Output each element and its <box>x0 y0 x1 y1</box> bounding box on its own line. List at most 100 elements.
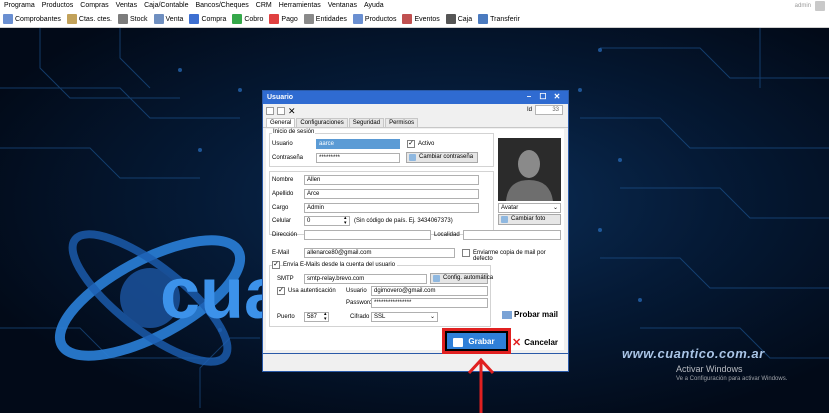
toolbar-pago-button[interactable]: Pago <box>269 14 298 24</box>
probar-mail-button[interactable]: Probar mail <box>502 310 558 319</box>
copia-mail-checkbox[interactable] <box>462 249 470 257</box>
dollar-in-icon <box>232 14 243 24</box>
tab-general[interactable]: General <box>266 118 296 127</box>
celular-hint: (Sin código de país. Ej. 3434067373) <box>354 218 453 224</box>
password-input[interactable]: **************** <box>371 298 488 308</box>
tab-permisos[interactable]: Permisos <box>385 118 419 127</box>
menu-ayuda[interactable]: Ayuda <box>364 2 384 9</box>
avatar-select[interactable]: Avatar ⌄ <box>498 203 561 213</box>
dialog-title: Usuario <box>267 94 294 101</box>
current-user-label: admin <box>794 3 811 9</box>
products-icon <box>352 14 363 24</box>
direccion-label: Dirección <box>272 232 298 238</box>
chevron-down-icon: ⌄ <box>429 314 435 320</box>
activo-label: Activo <box>418 141 435 147</box>
events-icon <box>402 14 413 24</box>
toolbar-transferir-button[interactable]: Transferir <box>478 14 520 24</box>
toolbar-ctas-ctes-button[interactable]: Ctas. ctes. <box>66 14 112 24</box>
menu-ventanas[interactable]: Ventanas <box>328 2 357 9</box>
main-toolbar: Comprobantes Ctas. ctes. Stock Venta Com… <box>0 11 829 28</box>
smtp-input[interactable]: smtp-relay.brevo.com <box>304 274 427 284</box>
envia-mails-checkbox[interactable]: ✓ <box>272 261 280 269</box>
toolbar-eventos-button[interactable]: Eventos <box>402 14 440 24</box>
id-field: 33 <box>535 105 563 115</box>
delete-record-icon[interactable]: ✕ <box>288 106 296 115</box>
usuario-input[interactable]: aarce <box>316 139 400 149</box>
mail-icon <box>502 310 512 319</box>
receipt-icon <box>3 14 13 24</box>
dialog-titlebar[interactable]: Usuario – ☐ ✕ <box>263 91 568 104</box>
dialog-action-bar <box>262 354 569 372</box>
menu-crm[interactable]: CRM <box>256 2 272 9</box>
cifrado-select[interactable]: SSL ⌄ <box>371 312 438 322</box>
activo-checkbox[interactable]: ✓ <box>407 140 415 148</box>
copy-record-icon[interactable] <box>277 106 285 115</box>
user-photo <box>498 138 561 201</box>
localidad-input[interactable] <box>463 230 561 240</box>
toolbar-label: Ctas. ctes. <box>78 15 112 23</box>
maximize-icon[interactable]: ☐ <box>536 92 550 101</box>
cambiar-foto-label: Cambiar foto <box>511 216 546 222</box>
nombre-label: Nombre <box>272 177 294 183</box>
menu-bancos-cheques[interactable]: Bancos/Cheques <box>195 2 248 9</box>
toolbar-label: Entidades <box>315 15 347 23</box>
celular-stepper[interactable]: ▴ ▾ <box>344 216 347 226</box>
tab-configuraciones[interactable]: Configuraciones <box>296 118 348 127</box>
menu-programa[interactable]: Programa <box>4 2 35 9</box>
config-automatica-label: Config. automática <box>443 275 494 281</box>
grabar-button[interactable]: Grabar <box>445 331 508 351</box>
tab-seguridad[interactable]: Seguridad <box>348 118 385 127</box>
stock-icon <box>118 14 128 24</box>
cambiar-foto-button[interactable]: Cambiar foto <box>498 214 561 225</box>
dollar-out-icon <box>269 14 280 24</box>
toolbar-label: Eventos <box>414 15 440 23</box>
close-icon[interactable]: ✕ <box>550 92 564 101</box>
nombre-input[interactable]: Allen <box>304 175 479 185</box>
settings-icon <box>433 275 440 282</box>
menu-ventas[interactable]: Ventas <box>116 2 137 9</box>
new-record-icon[interactable] <box>266 106 274 115</box>
cambiar-contrasena-button[interactable]: Cambiar contraseña <box>406 152 478 163</box>
menu-herramientas[interactable]: Herramientas <box>279 2 321 9</box>
apellido-label: Apellido <box>272 191 294 197</box>
dialog-tabs: General Configuraciones Seguridad Permis… <box>263 117 568 128</box>
toolbar-cobro-button[interactable]: Cobro <box>232 14 263 24</box>
toolbar-comprobantes-button[interactable]: Comprobantes <box>3 14 61 24</box>
cargo-input[interactable]: Admin <box>304 203 479 213</box>
toolbar-entidades-button[interactable]: Entidades <box>303 14 347 24</box>
menu-caja-contable[interactable]: Caja/Contable <box>144 2 188 9</box>
usa-autenticacion-checkbox[interactable]: ✓ <box>277 287 285 295</box>
cart-icon <box>189 14 200 24</box>
arrow-up-icon <box>467 357 495 413</box>
usuario-dialog: Usuario – ☐ ✕ ✕ Id 33 General Configurac… <box>262 90 569 354</box>
apellido-input[interactable]: Arce <box>304 189 479 199</box>
menu-productos[interactable]: Productos <box>42 2 74 9</box>
envia-mails-label: Envía E-Mails desde la cuenta del usuari… <box>283 262 398 268</box>
toolbar-label: Productos <box>364 15 397 23</box>
menu-compras[interactable]: Compras <box>80 2 108 9</box>
toolbar-compra-button[interactable]: Compra <box>189 14 226 24</box>
toolbar-productos-button[interactable]: Productos <box>352 14 397 24</box>
minimize-icon[interactable]: – <box>522 92 536 101</box>
avatar-select-value: Avatar <box>501 205 519 211</box>
email-input[interactable]: allenarce80@gmail.com <box>304 248 455 258</box>
cancelar-button[interactable]: ✕ Cancelar <box>512 333 558 351</box>
password-label: Password <box>346 300 373 306</box>
contrasena-input[interactable]: ********* <box>316 153 400 163</box>
contrasena-label: Contraseña <box>272 155 304 161</box>
chevron-down-icon: ⌄ <box>552 205 558 211</box>
transfer-icon <box>478 14 489 24</box>
toolbar-caja-button[interactable]: Caja <box>445 14 472 24</box>
toolbar-label: Compra <box>201 15 227 23</box>
puerto-label: Puerto <box>277 314 295 320</box>
toolbar-label: Cobro <box>244 15 264 23</box>
toolbar-venta-button[interactable]: Venta <box>153 14 183 24</box>
direccion-input[interactable] <box>304 230 431 240</box>
user-avatar-icon[interactable] <box>815 1 825 11</box>
auth-usuario-input[interactable]: dgimovero@gmail.com <box>371 286 488 296</box>
config-automatica-button[interactable]: Config. automática <box>430 273 493 284</box>
toolbar-stock-button[interactable]: Stock <box>118 14 148 24</box>
puerto-stepper[interactable]: ▴ ▾ <box>324 312 327 322</box>
usa-autenticacion-label: Usa autenticación <box>288 288 336 294</box>
toolbar-label: Stock <box>130 15 148 23</box>
